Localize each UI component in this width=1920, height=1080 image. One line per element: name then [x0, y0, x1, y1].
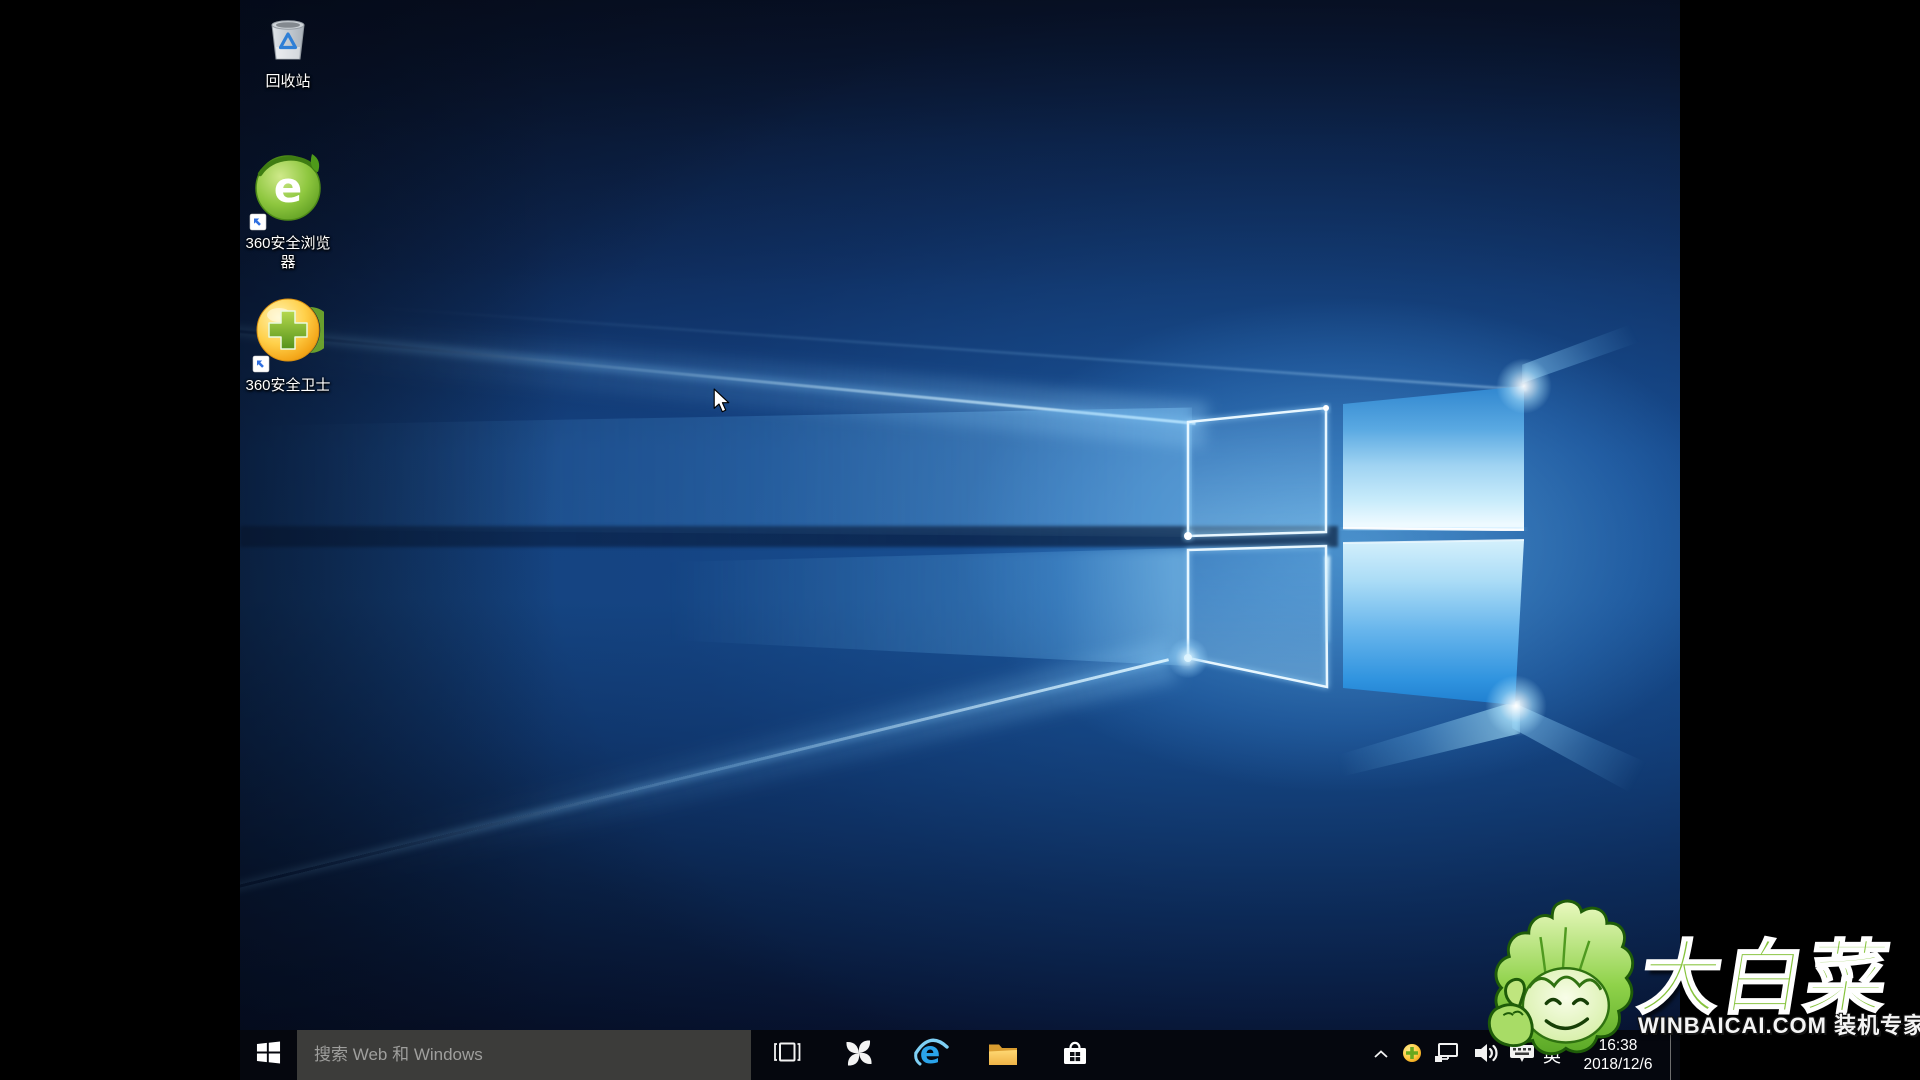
tray-ime-indicator[interactable]: 英 [1538, 1030, 1566, 1080]
desktop-icon-360-safeguard[interactable]: 360安全卫士 [243, 294, 333, 395]
tray-volume-button[interactable] [1468, 1030, 1506, 1080]
file-explorer-button[interactable] [967, 1030, 1039, 1080]
wallpaper-base [240, 0, 1680, 1030]
tray-touch-keyboard-button[interactable] [1506, 1030, 1538, 1080]
system-tray: 英 16:38 2018/12/6 [1366, 1030, 1680, 1080]
360-browser-icon: e [243, 146, 333, 232]
network-icon [1433, 1042, 1463, 1069]
task-view-icon [772, 1040, 802, 1070]
video-frame: 回收站 e 360安全浏览器 [240, 0, 1680, 1080]
recycle-bin-icon [243, 6, 333, 70]
clock-time: 16:38 [1599, 1036, 1638, 1055]
tray-360-button[interactable] [1396, 1030, 1428, 1080]
taskbar-app-buttons: e [751, 1030, 1111, 1080]
windows-hero-logo [1180, 378, 1528, 718]
pinwheel-icon [844, 1038, 874, 1073]
watermark-site-tagline: WINBAICAI.COM 装机专家 [1638, 1008, 1920, 1040]
folder-icon [987, 1039, 1019, 1072]
show-desktop-button[interactable] [1670, 1030, 1680, 1080]
tray-clock[interactable]: 16:38 2018/12/6 [1566, 1030, 1670, 1080]
clock-date: 2018/12/6 [1584, 1055, 1653, 1074]
desktop-icon-label: 360安全浏览器 [243, 234, 333, 272]
store-bag-icon [1060, 1038, 1090, 1073]
watermark-tagline: 装机专家 [1834, 1013, 1920, 1038]
tray-hidden-icons-button[interactable] [1366, 1030, 1396, 1080]
tray-network-button[interactable] [1428, 1030, 1468, 1080]
task-view-button[interactable] [751, 1030, 823, 1080]
360-tray-icon [1402, 1043, 1422, 1068]
wallpaper-vignette [240, 0, 1680, 1030]
desktop-icon-recycle-bin[interactable]: 回收站 [243, 6, 333, 91]
windows-store-button[interactable] [1039, 1030, 1111, 1080]
360-safeguard-icon [243, 294, 333, 374]
desktop-icon-360-browser[interactable]: e 360安全浏览器 [243, 146, 333, 272]
desktop-background[interactable] [240, 0, 1680, 1030]
taskbar-search [297, 1030, 751, 1080]
svg-text:e: e [274, 163, 303, 212]
taskbar: e [240, 1030, 1680, 1080]
ie-e-icon: e [913, 1036, 949, 1075]
ime-language-label: 英 [1543, 1042, 1561, 1068]
search-input[interactable] [297, 1030, 751, 1080]
touch-keyboard-icon [1509, 1043, 1535, 1068]
internet-explorer-button[interactable]: e [895, 1030, 967, 1080]
windows-logo-icon [256, 1040, 281, 1070]
mouse-cursor [713, 388, 731, 419]
chevron-up-icon [1373, 1046, 1389, 1064]
desktop-icon-label: 回收站 [243, 72, 333, 91]
pe-tool-button[interactable] [823, 1030, 895, 1080]
start-button[interactable] [240, 1030, 297, 1080]
volume-icon [1473, 1042, 1501, 1069]
desktop-icon-label: 360安全卫士 [243, 376, 333, 395]
